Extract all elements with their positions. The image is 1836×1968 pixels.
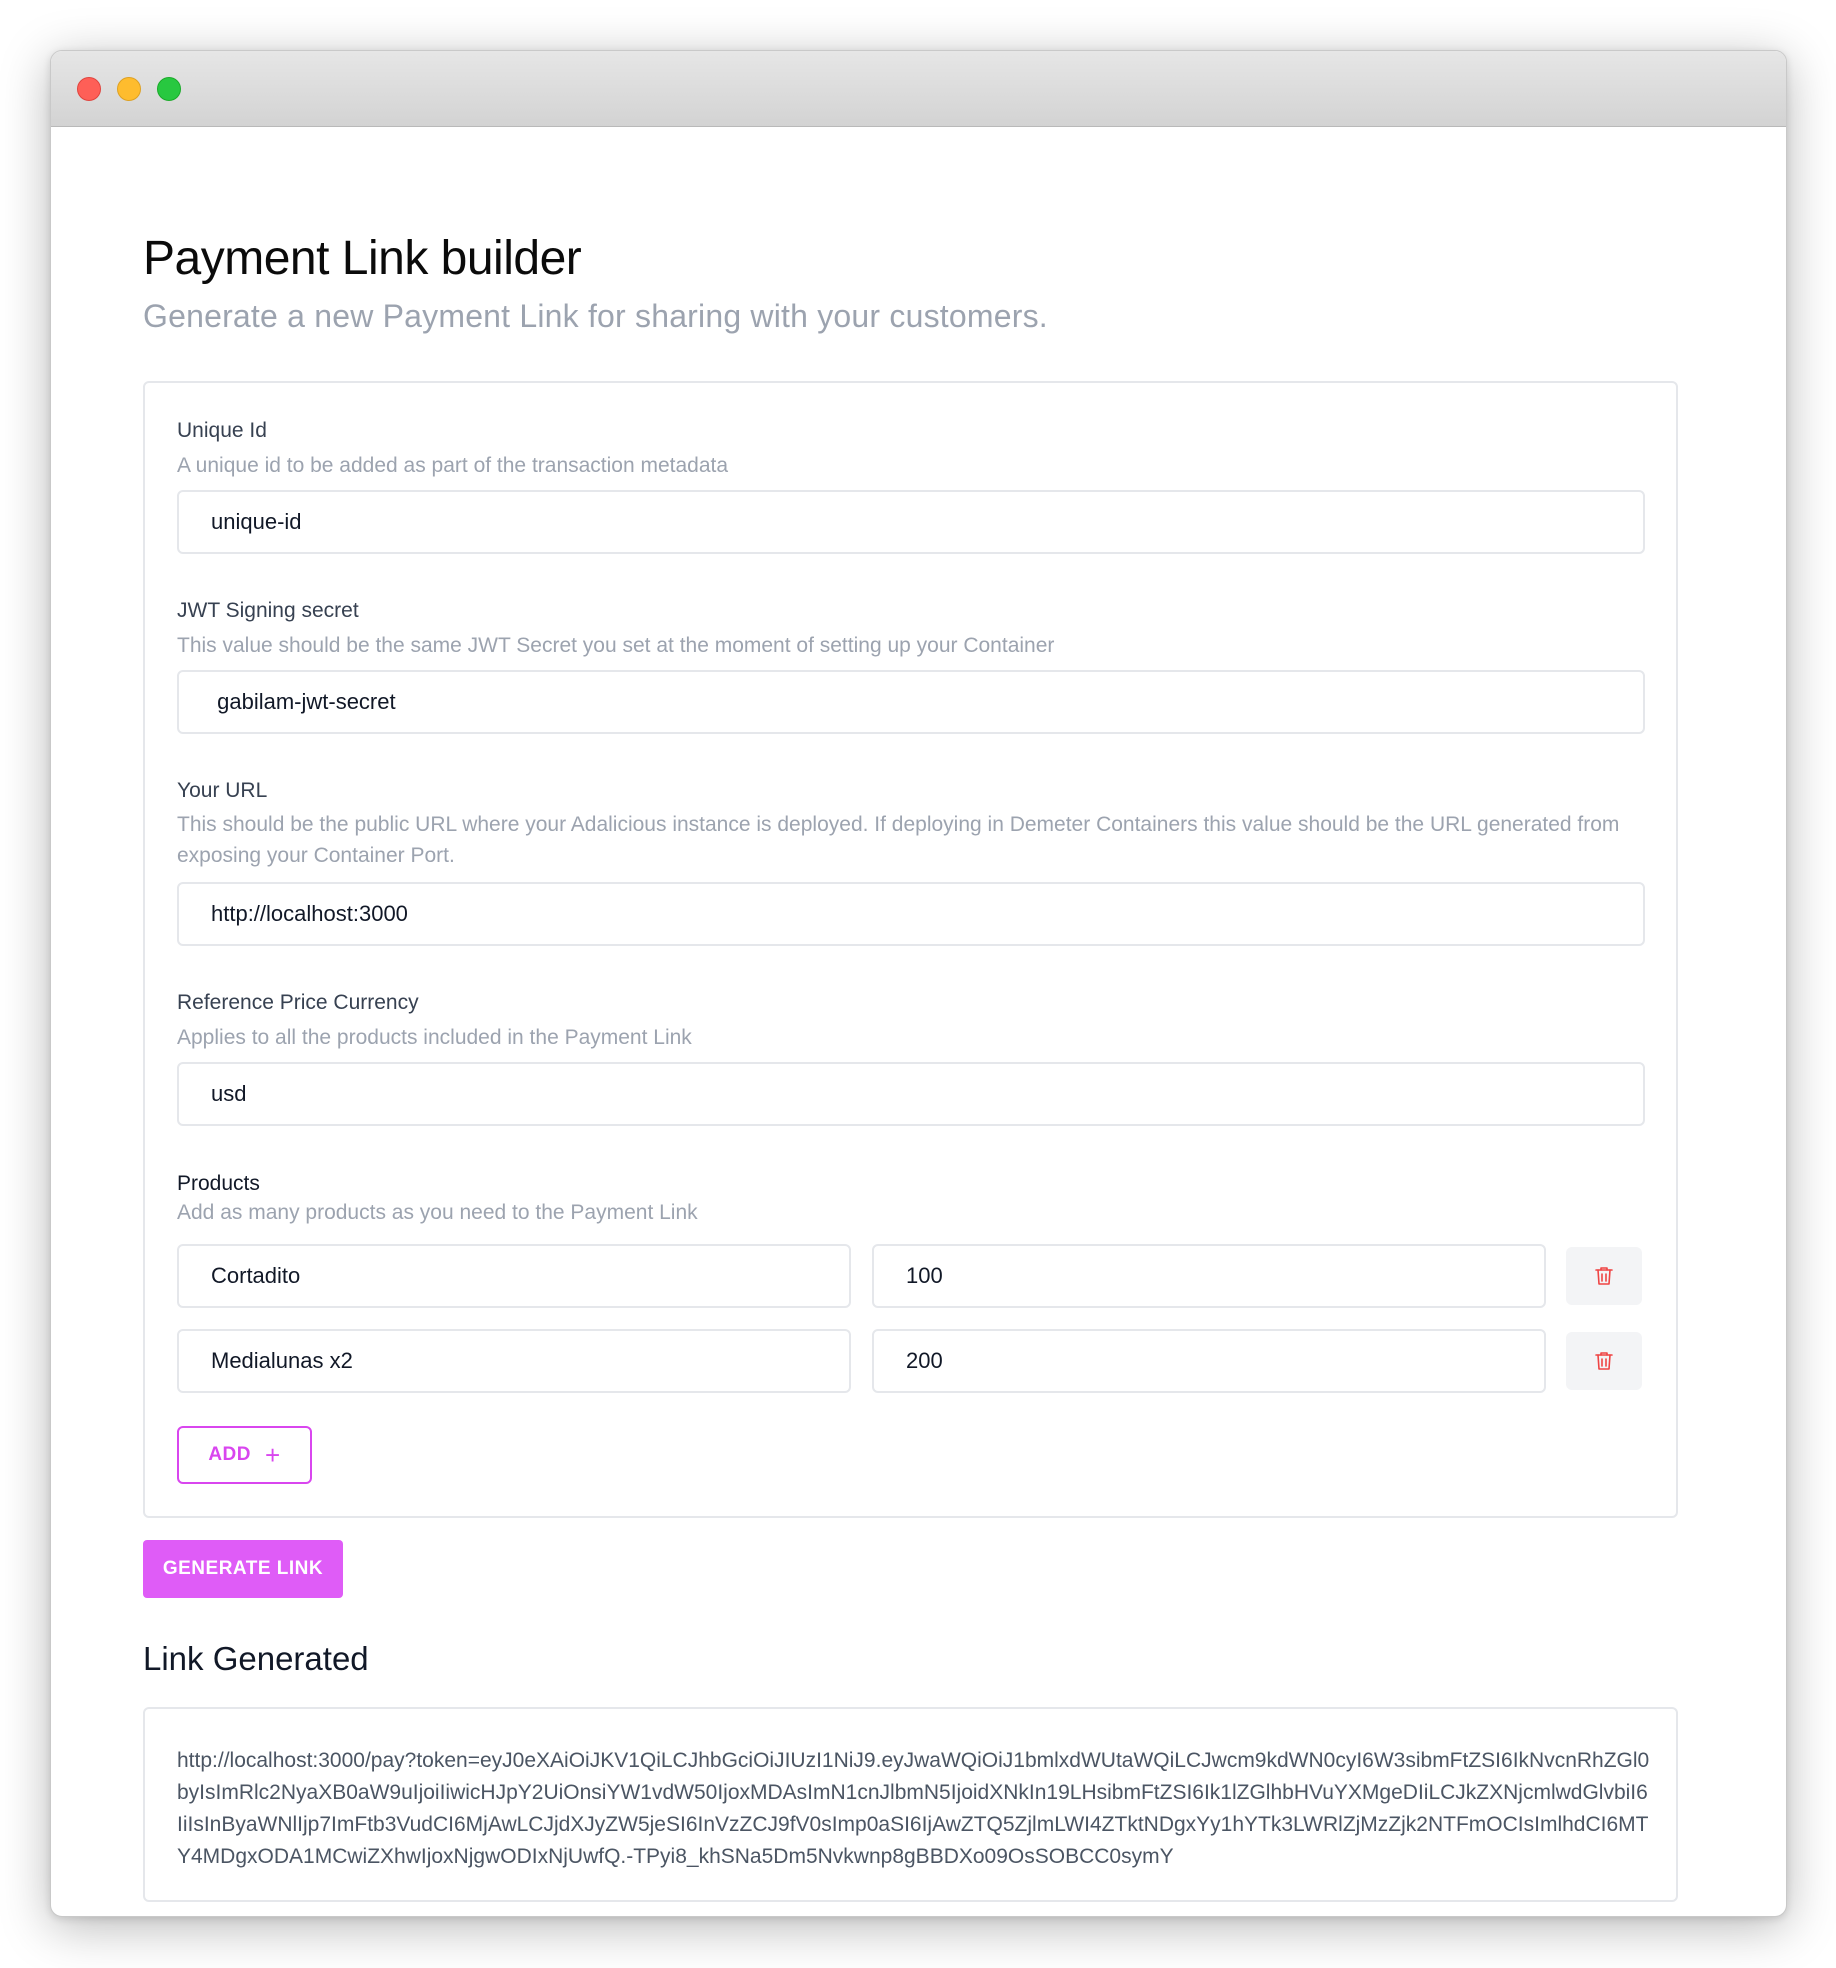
generate-link-button[interactable]: GENERATE LINK <box>143 1540 343 1598</box>
trash-icon <box>1595 1352 1613 1370</box>
page-title: Payment Link builder <box>143 232 582 285</box>
currency-label: Reference Price Currency <box>177 991 419 1014</box>
generated-link-box: http://localhost:3000/pay?token=eyJ0eXAi… <box>143 1707 1678 1902</box>
generated-link-text[interactable]: http://localhost:3000/pay?token=eyJ0eXAi… <box>177 1745 1650 1873</box>
product-price-input[interactable] <box>872 1329 1546 1393</box>
product-name-input[interactable] <box>177 1244 851 1308</box>
url-input[interactable] <box>177 882 1645 946</box>
trash-icon <box>1595 1267 1613 1285</box>
product-price-input[interactable] <box>872 1244 1546 1308</box>
link-generated-title: Link Generated <box>143 1640 369 1677</box>
delete-product-button[interactable] <box>1566 1332 1642 1390</box>
jwt-secret-label: JWT Signing secret <box>177 599 359 622</box>
delete-product-button[interactable] <box>1566 1247 1642 1305</box>
minimize-window-button[interactable] <box>117 77 141 101</box>
plus-icon: + <box>264 1440 281 1470</box>
add-product-button[interactable]: ADD + <box>177 1426 312 1484</box>
currency-input[interactable] <box>177 1062 1645 1126</box>
page-subtitle: Generate a new Payment Link for sharing … <box>143 298 1048 334</box>
products-label: Products <box>177 1172 260 1195</box>
jwt-secret-help: This value should be the same JWT Secret… <box>177 634 1055 657</box>
maximize-window-button[interactable] <box>157 77 181 101</box>
unique-id-label: Unique Id <box>177 419 267 442</box>
app-window: Payment Link builder Generate a new Paym… <box>50 50 1787 1917</box>
unique-id-help: A unique id to be added as part of the t… <box>177 454 729 477</box>
payment-link-form: Unique Id A unique id to be added as par… <box>143 381 1678 1518</box>
window-titlebar <box>51 51 1786 127</box>
close-window-button[interactable] <box>77 77 101 101</box>
unique-id-input[interactable] <box>177 490 1645 554</box>
url-help: This should be the public URL where your… <box>177 813 1620 867</box>
products-help: Add as many products as you need to the … <box>177 1201 698 1224</box>
jwt-secret-input[interactable] <box>177 670 1645 734</box>
url-label: Your URL <box>177 779 268 802</box>
add-product-label: ADD <box>208 1444 251 1465</box>
product-name-input[interactable] <box>177 1329 851 1393</box>
currency-help: Applies to all the products included in … <box>177 1026 692 1049</box>
